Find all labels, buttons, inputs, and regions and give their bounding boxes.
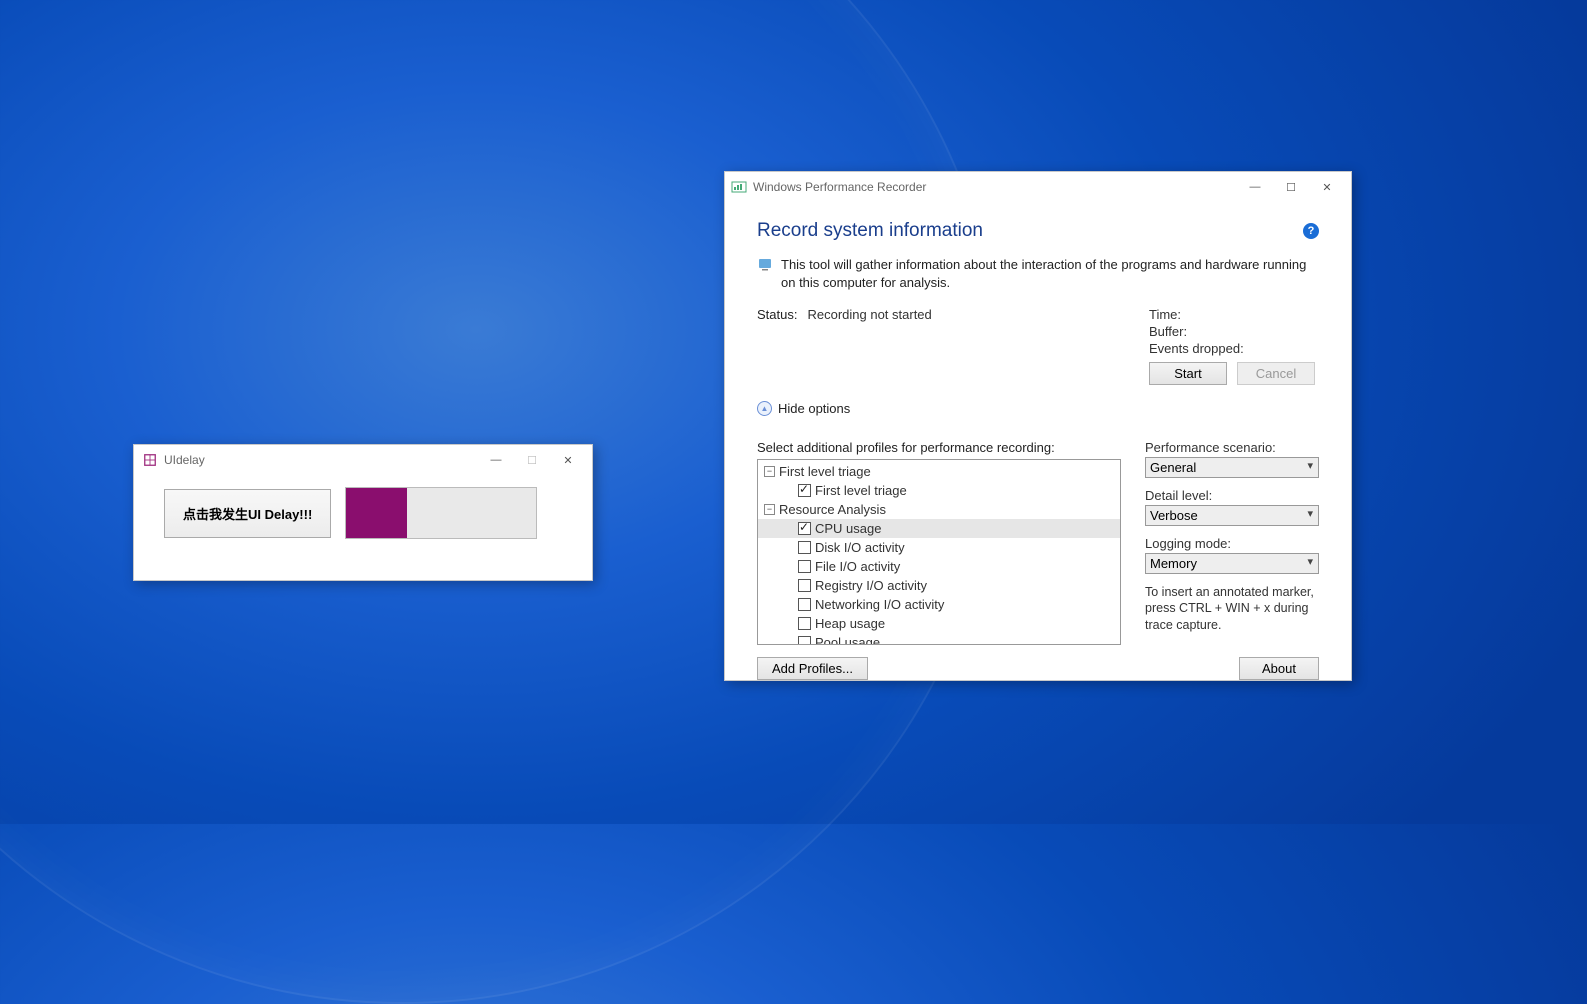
tree-item[interactable]: File I/O activity	[758, 557, 1120, 576]
perf-scenario-label: Performance scenario:	[1145, 440, 1319, 455]
profile-checkbox[interactable]	[798, 579, 811, 592]
tree-item[interactable]: Heap usage	[758, 614, 1120, 633]
profile-checkbox[interactable]	[798, 541, 811, 554]
wpr-heading: Record system information	[757, 220, 983, 242]
hide-options-label: Hide options	[778, 401, 850, 416]
profiles-tree[interactable]: − First level triage First level triage …	[757, 459, 1121, 645]
tree-group[interactable]: − First level triage	[758, 462, 1120, 481]
maximize-button[interactable]: ☐	[1273, 176, 1309, 198]
close-button[interactable]: ✕	[550, 449, 586, 471]
tree-item[interactable]: First level triage	[758, 481, 1120, 500]
about-button[interactable]: About	[1239, 657, 1319, 680]
tree-item[interactable]: Pool usage	[758, 633, 1120, 645]
chevron-up-icon: ▲	[757, 401, 772, 416]
status-value: Recording not started	[807, 307, 931, 322]
detail-level-select[interactable]: Verbose	[1145, 505, 1319, 526]
cancel-button: Cancel	[1237, 362, 1315, 385]
info-icon	[757, 256, 773, 272]
uidelay-window: UIdelay — ☐ ✕ 点击我发生UI Delay!!!	[133, 444, 593, 581]
uidelay-app-icon	[142, 452, 158, 468]
buffer-label: Buffer:	[1149, 324, 1319, 339]
time-label: Time:	[1149, 307, 1319, 322]
progress-fill	[346, 488, 407, 538]
profiles-label: Select additional profiles for performan…	[757, 440, 1121, 455]
wpr-titlebar[interactable]: Windows Performance Recorder — ☐ ✕	[725, 172, 1351, 202]
logging-mode-select[interactable]: Memory	[1145, 553, 1319, 574]
close-button[interactable]: ✕	[1309, 176, 1345, 198]
wpr-description: This tool will gather information about …	[781, 256, 1319, 291]
profile-checkbox[interactable]	[798, 598, 811, 611]
minimize-button[interactable]: —	[1237, 176, 1273, 198]
perf-scenario-select[interactable]: General	[1145, 457, 1319, 478]
tree-group[interactable]: − Resource Analysis	[758, 500, 1120, 519]
add-profiles-button[interactable]: Add Profiles...	[757, 657, 868, 680]
tree-item[interactable]: CPU usage	[758, 519, 1120, 538]
wpr-app-icon	[731, 179, 747, 195]
uidelay-titlebar[interactable]: UIdelay — ☐ ✕	[134, 445, 592, 475]
hide-options-toggle[interactable]: ▲ Hide options	[757, 401, 1319, 416]
minimize-button[interactable]: —	[478, 449, 514, 471]
detail-level-label: Detail level:	[1145, 488, 1319, 503]
profile-checkbox[interactable]	[798, 560, 811, 573]
progress-bar	[345, 487, 537, 539]
profile-checkbox[interactable]	[798, 522, 811, 535]
profile-checkbox[interactable]	[798, 636, 811, 645]
events-dropped-label: Events dropped:	[1149, 341, 1319, 356]
collapse-icon[interactable]: −	[764, 504, 775, 515]
trigger-delay-button[interactable]: 点击我发生UI Delay!!!	[164, 489, 331, 538]
profile-checkbox[interactable]	[798, 484, 811, 497]
collapse-icon[interactable]: −	[764, 466, 775, 477]
tree-item[interactable]: Networking I/O activity	[758, 595, 1120, 614]
maximize-button: ☐	[514, 449, 550, 471]
marker-note: To insert an annotated marker, press CTR…	[1145, 584, 1319, 633]
uidelay-title: UIdelay	[164, 453, 205, 467]
start-button[interactable]: Start	[1149, 362, 1227, 385]
wpr-title: Windows Performance Recorder	[753, 180, 926, 194]
help-icon[interactable]: ?	[1303, 223, 1319, 239]
logging-mode-label: Logging mode:	[1145, 536, 1319, 551]
profile-checkbox[interactable]	[798, 617, 811, 630]
tree-item[interactable]: Disk I/O activity	[758, 538, 1120, 557]
status-label: Status:	[757, 307, 797, 322]
tree-item[interactable]: Registry I/O activity	[758, 576, 1120, 595]
wpr-window: Windows Performance Recorder — ☐ ✕ Recor…	[724, 171, 1352, 681]
